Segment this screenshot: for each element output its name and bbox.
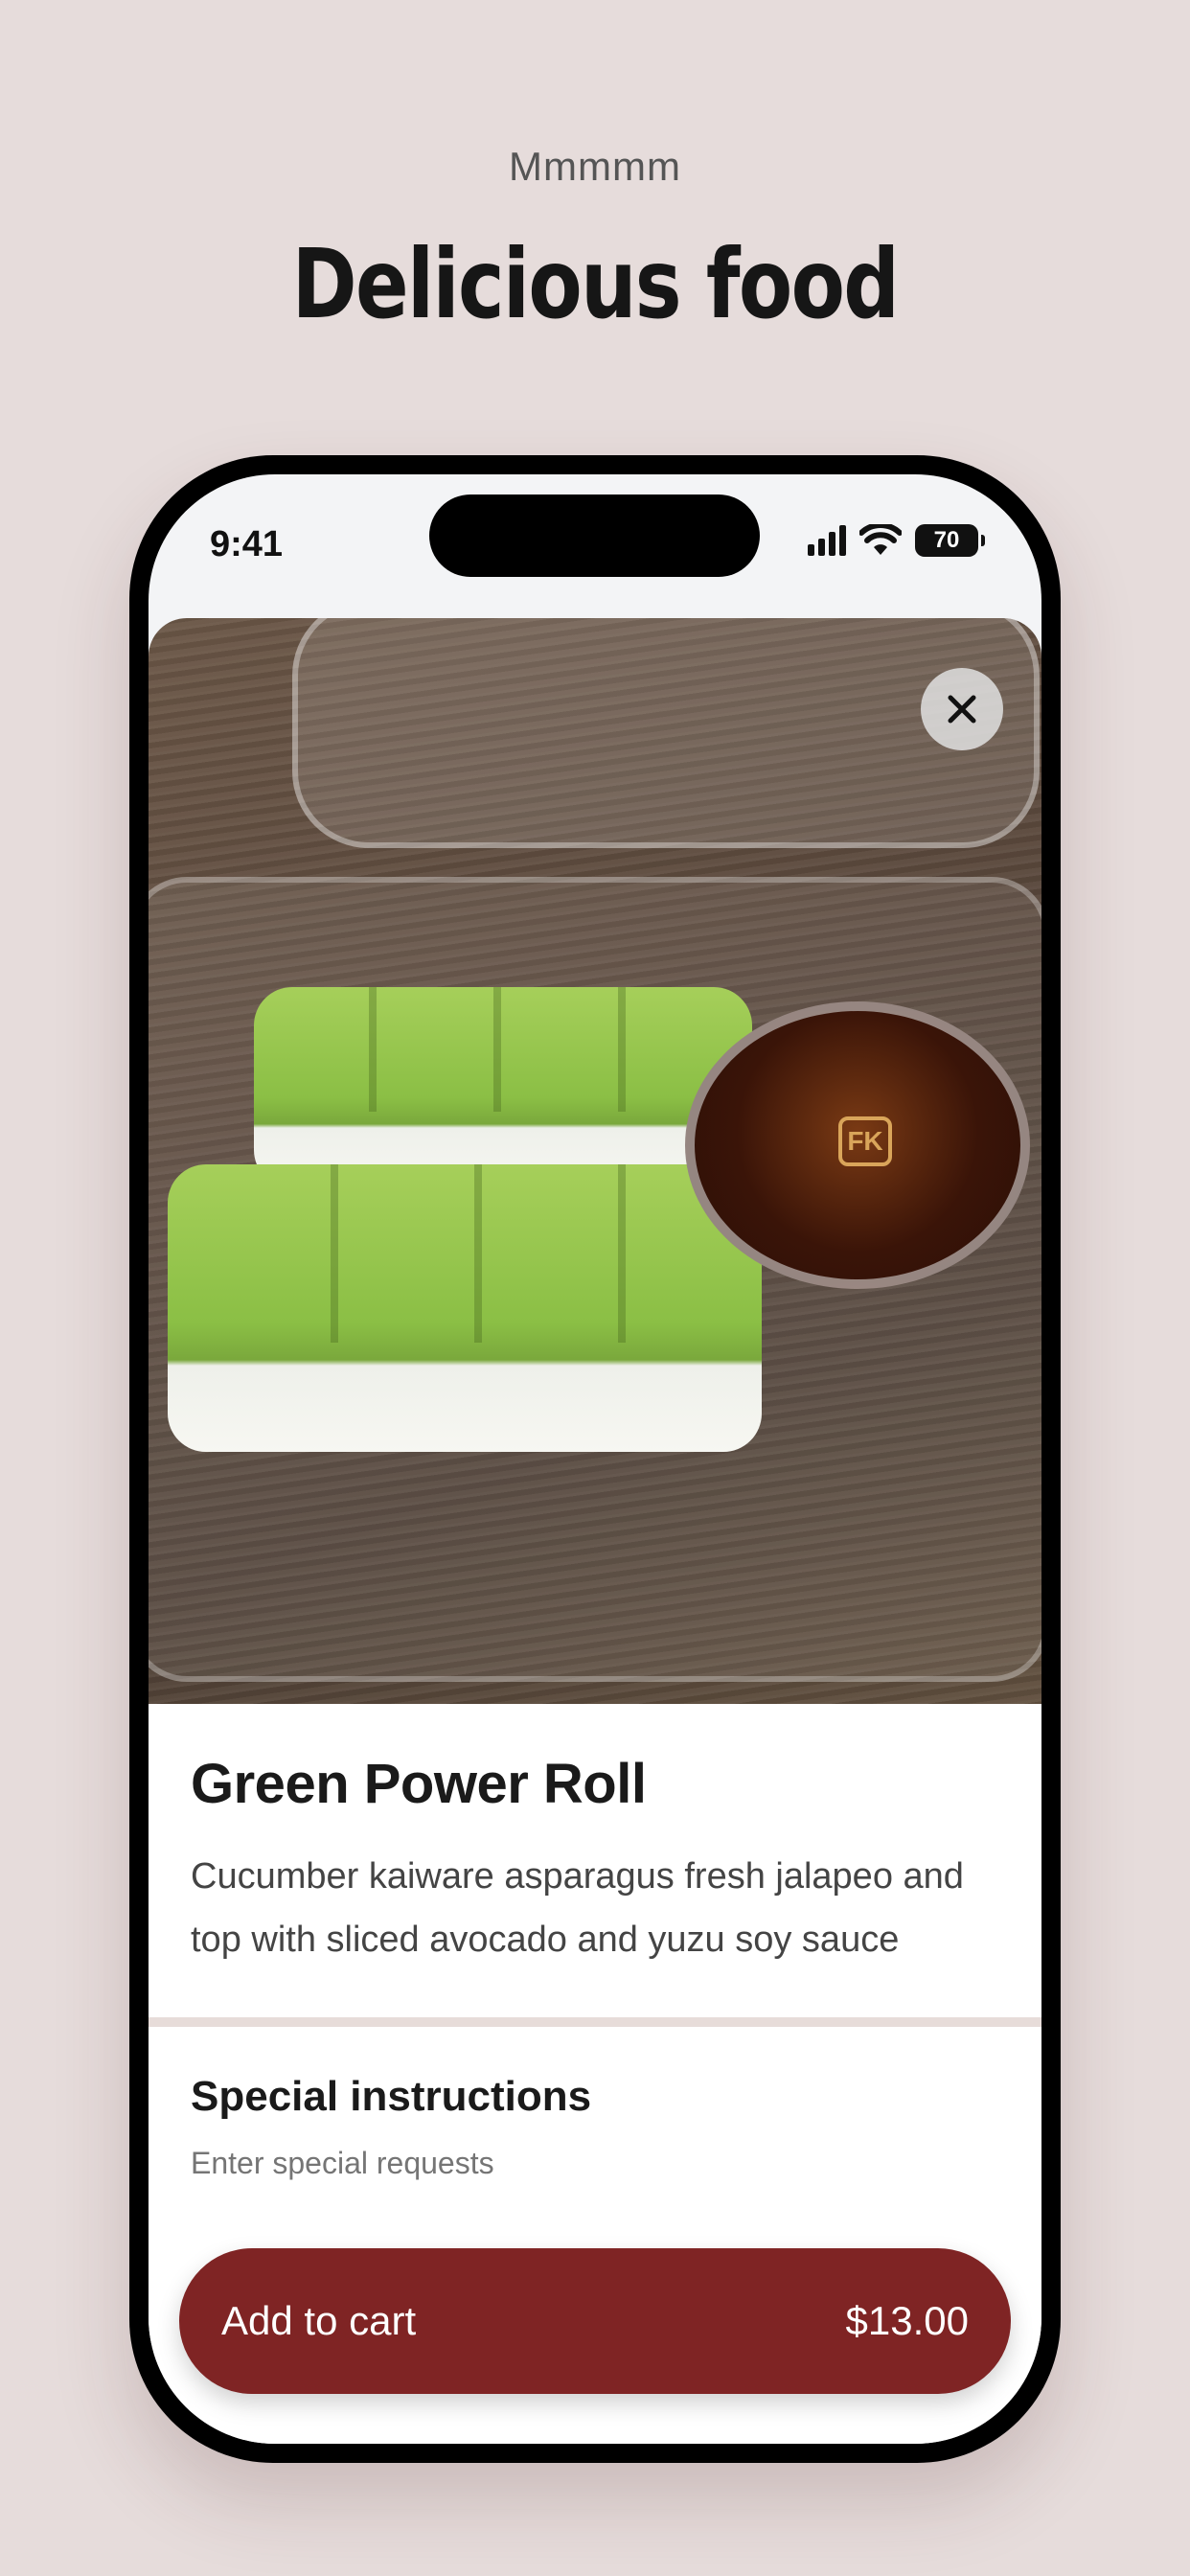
item-price: $13.00: [845, 2298, 969, 2343]
battery-level: 70: [933, 527, 960, 553]
add-to-cart-label: Add to cart: [221, 2298, 417, 2343]
app-page: Mmmmm Delicious food 9:41 70 FK Green Po…: [0, 0, 1190, 2576]
special-instructions-section: Special instructions: [149, 2027, 1041, 2181]
item-photo: FK: [149, 618, 1041, 1704]
phone-screen: 9:41 70 FK Green Power Roll Cucumber kai…: [149, 474, 1041, 2444]
dynamic-island: [429, 494, 760, 577]
status-time: 9:41: [210, 524, 284, 564]
battery-icon: 70: [915, 524, 985, 557]
item-details: Green Power Roll Cucumber kaiware aspara…: [149, 1704, 1041, 1971]
container-lid: [292, 618, 1040, 848]
add-to-cart-button[interactable]: Add to cart $13.00: [179, 2248, 1011, 2394]
sushi-roll: [168, 1164, 762, 1452]
page-headline: Delicious food: [291, 228, 900, 340]
phone-frame: 9:41 70 FK Green Power Roll Cucumber kai…: [129, 455, 1061, 2463]
special-instructions-title: Special instructions: [191, 2073, 592, 2120]
close-icon: [948, 695, 976, 724]
sauce-cup: FK: [685, 1001, 1030, 1289]
item-sheet: FK Green Power Roll Cucumber kaiware asp…: [149, 618, 1041, 2444]
wifi-icon: [859, 524, 902, 555]
sushi-roll: [254, 987, 752, 1188]
signal-icon: [808, 525, 846, 556]
special-requests-input[interactable]: [191, 2146, 999, 2181]
close-button[interactable]: [921, 668, 1003, 750]
item-title: Green Power Roll: [191, 1753, 647, 1815]
sauce-cup-logo: FK: [838, 1116, 892, 1166]
eyebrow-text: Mmmmm: [509, 144, 681, 189]
item-description: Cucumber kaiware asparagus fresh jalapeo…: [191, 1856, 964, 1960]
status-icons: 70: [808, 524, 985, 557]
section-divider: [149, 2017, 1041, 2027]
